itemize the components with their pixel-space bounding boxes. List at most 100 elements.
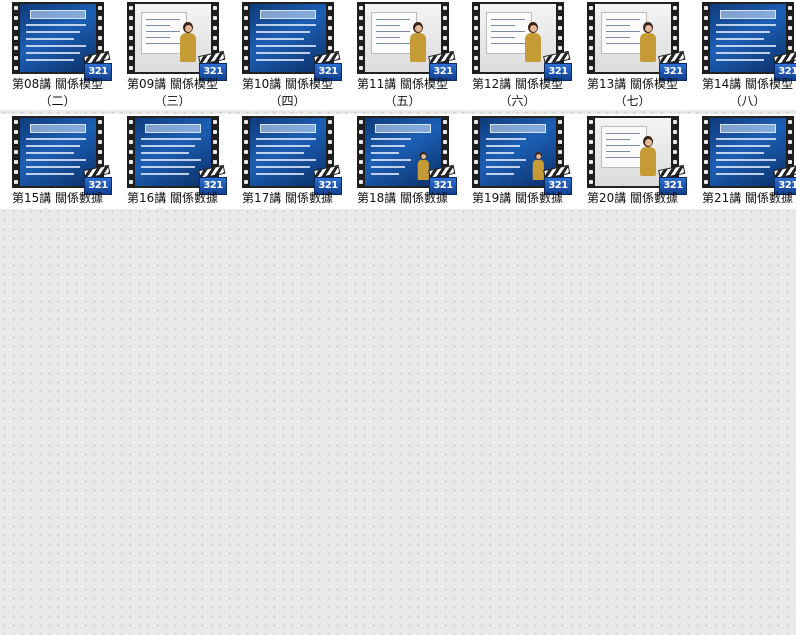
film-sprocket-hole [359,170,363,174]
video-thumbnail[interactable]: 321 [702,116,796,195]
film-strip-edge [242,2,250,74]
slide-text-line [26,45,86,47]
film-sprocket-hole [328,150,332,154]
slide-title-bar [30,10,86,19]
film-sprocket-hole [14,36,18,40]
video-thumbnail[interactable]: 321 [242,116,342,195]
film-sprocket-hole [98,130,102,134]
video-thumbnail[interactable]: 321 [357,116,457,195]
film-sprocket-hole [589,46,593,50]
film-strip-edge [12,2,20,74]
slide-text-line [141,138,201,140]
video-file-item[interactable]: 321 第18講 關係數據 [345,114,460,209]
video-file-item[interactable]: 321 第13講 關係模型 （七） [575,0,690,110]
file-name-label[interactable]: 第15講 關係數據庫標準語言SQL [0,190,115,209]
video-thumbnail[interactable]: 321 [472,2,572,81]
presenter-figure [524,22,542,62]
film-sprocket-hole [474,36,478,40]
video-thumbnail[interactable]: 321 [12,116,112,195]
film-sprocket-hole [244,130,248,134]
video-thumbnail[interactable]: 321 [12,2,112,81]
video-file-item[interactable]: 321 第10講 關係模型 （四） [230,0,345,110]
file-name-line-1: 第15講 關係數據 [11,191,104,205]
film-sprocket-hole [129,46,133,50]
film-sprocket-hole [328,130,332,134]
film-sprocket-hole [359,16,363,20]
film-sprocket-hole [788,16,792,20]
film-sprocket-hole [129,66,133,70]
video-thumbnail[interactable]: 321 [242,2,342,81]
video-file-item[interactable]: 321 第08講 關係模型 （二） [0,0,115,110]
video-file-item[interactable]: 321 第21講 關係數據 [690,114,796,209]
film-sprocket-hole [704,140,708,144]
file-name-label[interactable]: 第10講 關係模型 （四） [230,76,345,110]
film-sprocket-hole [558,120,562,124]
film-sprocket-hole [474,160,478,164]
film-sprocket-hole [244,56,248,60]
film-sprocket-hole [673,36,677,40]
film-sprocket-hole [673,150,677,154]
presenter-figure [179,22,197,62]
film-sprocket-hole [443,36,447,40]
video-thumbnail[interactable]: 321 [472,116,572,195]
video-thumbnail[interactable]: 321 [357,2,457,81]
file-name-label[interactable]: 第09講 關係模型 （三） [115,76,230,110]
film-sprocket-hole [14,66,18,70]
file-name-label[interactable]: 第13講 關係模型 （七） [575,76,690,110]
video-file-item[interactable]: 321 第14講 關係模型 （八） [690,0,796,110]
video-file-item[interactable]: 321 第12講 關係模型 （六） [460,0,575,110]
film-sprocket-hole [129,16,133,20]
video-file-item[interactable]: 321第15講 關係數據庫標準語言SQL [0,114,115,209]
video-file-item[interactable]: 321 第11講 關係模型 （五） [345,0,460,110]
video-thumbnail[interactable]: 321 [587,116,687,195]
file-name-line-1: 第11講 關係模型 [356,77,449,91]
video-file-item[interactable]: 321 第20講 關係數據 [575,114,690,209]
film-sprocket-hole [589,120,593,124]
film-sprocket-hole [98,140,102,144]
file-name-label[interactable]: 第08講 關係模型 （二） [0,76,115,110]
slide-text-line [716,166,770,168]
video-thumbnail[interactable]: 321 [587,2,687,81]
slide-title-bar [145,124,201,133]
file-name-label[interactable]: 第16講 關係數據庫標準語言SQL [115,190,230,209]
video-file-item[interactable]: 321 第19講 關係數據 [460,114,575,209]
file-name-line-1: 第19講 關係數據 [471,191,564,205]
file-name-line-2: （五） [384,94,421,108]
file-name-label[interactable]: 第11講 關係模型 （五） [345,76,460,110]
film-sprocket-hole [443,120,447,124]
video-file-item[interactable]: 321第16講 關係數據庫標準語言SQL [115,114,230,209]
film-sprocket-hole [244,180,248,184]
film-sprocket-hole [673,6,677,10]
film-sprocket-hole [213,6,217,10]
video-thumbnail[interactable]: 321 [127,116,227,195]
film-sprocket-hole [589,180,593,184]
film-strip-edge [12,116,20,188]
film-sprocket-hole [14,140,18,144]
film-sprocket-hole [98,160,102,164]
video-thumbnail[interactable]: 321 [127,2,227,81]
file-name-line-1: 第18講 關係數據 [356,191,449,205]
film-sprocket-hole [328,120,332,124]
file-name-label[interactable]: 第17講 關係數據庫標準語言SQL [230,190,345,209]
file-name-label[interactable]: 第12講 關係模型 （六） [460,76,575,110]
video-thumbnail[interactable]: 321 [702,2,796,81]
film-sprocket-hole [359,66,363,70]
film-sprocket-hole [443,26,447,30]
file-name-line-1: 第20講 關係數據 [586,191,679,205]
file-name-label[interactable]: 第21講 關係數據 [690,190,796,207]
film-sprocket-hole [244,26,248,30]
slide-title-bar [490,124,546,133]
film-sprocket-hole [129,120,133,124]
file-name-label[interactable]: 第14講 關係模型 （八） [690,76,796,110]
film-sprocket-hole [359,26,363,30]
film-sprocket-hole [704,66,708,70]
video-file-item[interactable]: 321 第09講 關係模型 （三） [115,0,230,110]
slide-title-bar [260,124,316,133]
film-sprocket-hole [474,6,478,10]
film-sprocket-hole [558,140,562,144]
video-file-item[interactable]: 321第17講 關係數據庫標準語言SQL [230,114,345,209]
file-name-label[interactable]: 第20講 關係數據 [575,190,690,207]
file-name-label[interactable]: 第19講 關係數據 [460,190,575,207]
file-name-label[interactable]: 第18講 關係數據 [345,190,460,207]
film-sprocket-hole [244,66,248,70]
